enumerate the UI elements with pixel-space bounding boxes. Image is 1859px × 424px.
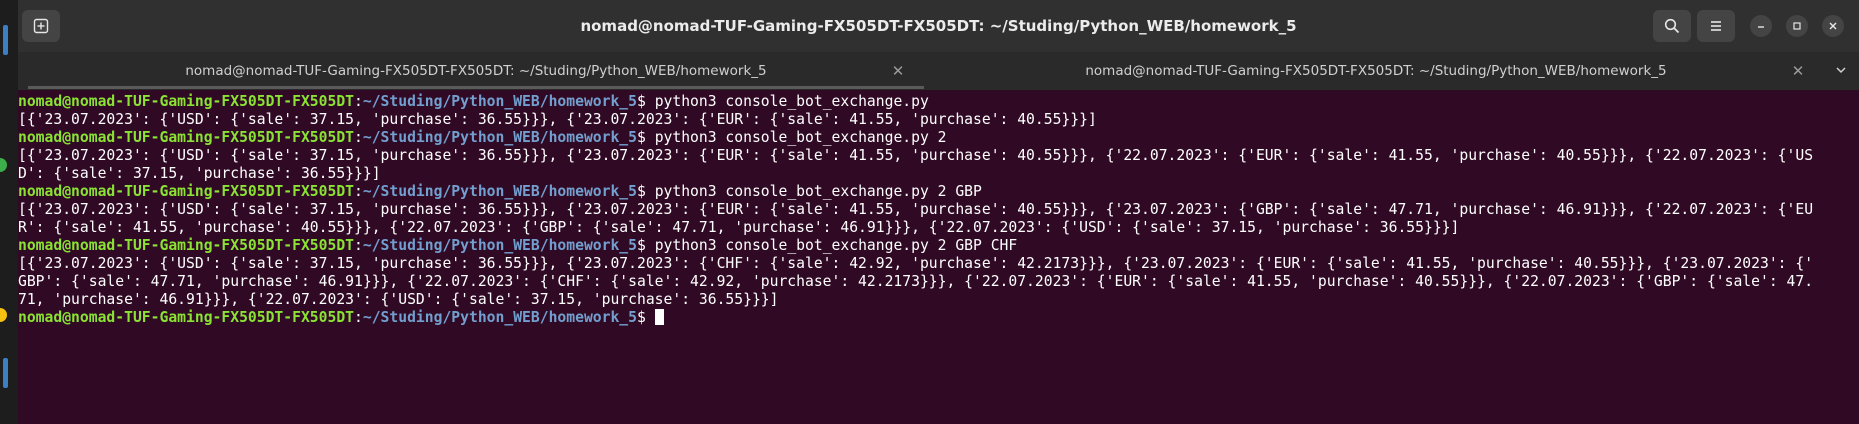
dock-app-icon[interactable] — [0, 308, 7, 322]
tab-close-icon[interactable]: ✕ — [890, 63, 906, 79]
output-line: 71, 'purchase': 46.91}}}, {'22.07.2023':… — [18, 291, 779, 308]
tab-terminal-2[interactable]: nomad@nomad-TUF-Gaming-FX505DT-FX505DT: … — [928, 52, 1824, 90]
output-line: [{'23.07.2023': {'USD': {'sale': 37.15, … — [18, 255, 1814, 272]
prompt-separator: : — [354, 129, 363, 146]
search-icon — [1664, 18, 1680, 34]
dock-app-icon[interactable] — [0, 158, 7, 172]
menu-button[interactable] — [1697, 10, 1735, 42]
prompt-path: ~/Studing/Python_WEB/homework_5 — [362, 309, 637, 326]
terminal-cursor — [654, 309, 664, 325]
prompt-symbol: $ — [637, 237, 655, 254]
prompt-symbol: $ — [637, 183, 655, 200]
minimize-icon — [1758, 26, 1764, 28]
prompt-path: ~/Studing/Python_WEB/homework_5 — [362, 237, 637, 254]
command-text: python3 console_bot_exchange.py — [654, 93, 929, 110]
prompt-separator: : — [354, 93, 363, 110]
dock-running-indicator — [3, 358, 8, 388]
output-line: R': {'sale': 41.55, 'purchase': 40.55}}}… — [18, 219, 1460, 236]
dock-running-indicator — [3, 25, 8, 55]
terminal-window: nomad@nomad-TUF-Gaming-FX505DT-FX505DT: … — [18, 0, 1859, 424]
close-icon — [1829, 22, 1837, 30]
prompt-user-host: nomad@nomad-TUF-Gaming-FX505DT-FX505DT — [18, 309, 355, 326]
prompt-line: nomad@nomad-TUF-Gaming-FX505DT-FX505DT:~… — [18, 309, 1859, 327]
tab-bar: nomad@nomad-TUF-Gaming-FX505DT-FX505DT: … — [18, 52, 1859, 90]
prompt-separator: : — [354, 183, 363, 200]
header-bar: nomad@nomad-TUF-Gaming-FX505DT-FX505DT: … — [18, 0, 1859, 53]
dock — [0, 0, 18, 424]
prompt-separator: : — [354, 309, 363, 326]
output-line: [{'23.07.2023': {'USD': {'sale': 37.15, … — [18, 147, 1814, 164]
prompt-separator: : — [354, 237, 363, 254]
command-text: python3 console_bot_exchange.py 2 — [654, 129, 947, 146]
prompt-symbol: $ — [637, 309, 655, 326]
prompt-symbol: $ — [637, 93, 655, 110]
tab-terminal-1[interactable]: nomad@nomad-TUF-Gaming-FX505DT-FX505DT: … — [28, 52, 924, 90]
prompt-user-host: nomad@nomad-TUF-Gaming-FX505DT-FX505DT — [18, 183, 355, 200]
output-line: D': {'sale': 37.15, 'purchase': 36.55}}}… — [18, 165, 381, 182]
output-line: [{'23.07.2023': {'USD': {'sale': 37.15, … — [18, 111, 1097, 128]
prompt-path: ~/Studing/Python_WEB/homework_5 — [362, 183, 637, 200]
tab-close-icon[interactable]: ✕ — [1790, 63, 1806, 79]
tab-label: nomad@nomad-TUF-Gaming-FX505DT-FX505DT: … — [1085, 63, 1667, 79]
hamburger-menu-icon — [1711, 21, 1721, 31]
prompt-user-host: nomad@nomad-TUF-Gaming-FX505DT-FX505DT — [18, 93, 355, 110]
terminal-output[interactable]: nomad@nomad-TUF-Gaming-FX505DT-FX505DT:~… — [18, 90, 1859, 424]
chevron-down-icon — [1836, 67, 1846, 74]
close-button[interactable] — [1822, 15, 1844, 37]
maximize-icon — [1793, 22, 1801, 30]
prompt-line: nomad@nomad-TUF-Gaming-FX505DT-FX505DT:~… — [18, 129, 1859, 147]
active-tab-indicator — [28, 86, 924, 89]
window-title: nomad@nomad-TUF-Gaming-FX505DT-FX505DT: … — [580, 17, 1297, 35]
command-text: python3 console_bot_exchange.py 2 GBP — [654, 183, 982, 200]
prompt-path: ~/Studing/Python_WEB/homework_5 — [362, 93, 637, 110]
output-line: GBP': {'sale': 47.71, 'purchase': 46.91}… — [18, 273, 1814, 290]
search-button[interactable] — [1653, 10, 1691, 42]
output-line: [{'23.07.2023': {'USD': {'sale': 37.15, … — [18, 201, 1814, 218]
prompt-line: nomad@nomad-TUF-Gaming-FX505DT-FX505DT:~… — [18, 183, 1859, 201]
prompt-path: ~/Studing/Python_WEB/homework_5 — [362, 129, 637, 146]
prompt-line: nomad@nomad-TUF-Gaming-FX505DT-FX505DT:~… — [18, 93, 1859, 111]
prompt-user-host: nomad@nomad-TUF-Gaming-FX505DT-FX505DT — [18, 129, 355, 146]
tab-list-button[interactable] — [1833, 63, 1849, 79]
command-text: python3 console_bot_exchange.py 2 GBP CH… — [654, 237, 1018, 254]
prompt-symbol: $ — [637, 129, 655, 146]
minimize-button[interactable] — [1750, 15, 1772, 37]
tab-label: nomad@nomad-TUF-Gaming-FX505DT-FX505DT: … — [185, 63, 767, 79]
prompt-line: nomad@nomad-TUF-Gaming-FX505DT-FX505DT:~… — [18, 237, 1859, 255]
prompt-user-host: nomad@nomad-TUF-Gaming-FX505DT-FX505DT — [18, 237, 355, 254]
maximize-button[interactable] — [1786, 15, 1808, 37]
